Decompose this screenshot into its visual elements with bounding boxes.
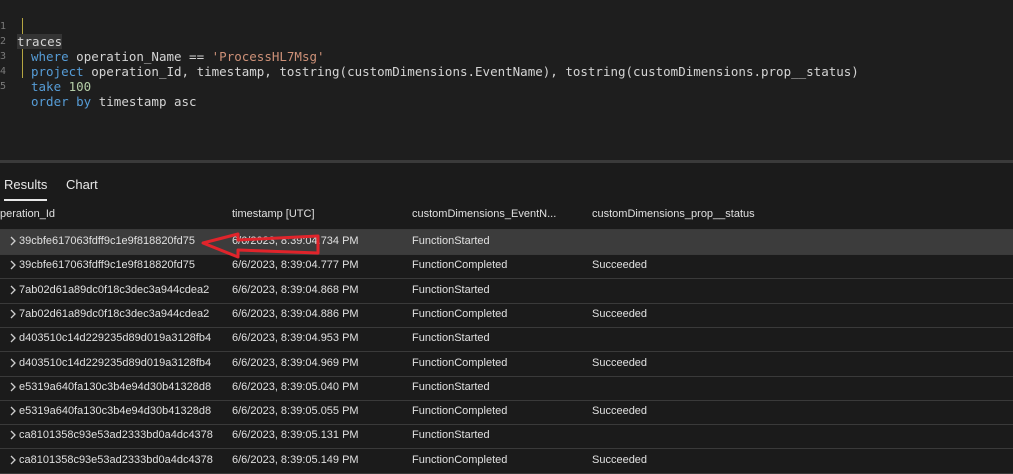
table-row[interactable]: e5319a640fa130c3b4e94d30b41328d8 6/6/2023… <box>0 400 1013 426</box>
cell-timestamp: 6/6/2023, 8:39:05.131 PM <box>232 429 359 442</box>
chevron-right-icon[interactable] <box>9 333 17 343</box>
cell-event-name: FunctionStarted <box>412 235 490 247</box>
number-literal: 100 <box>61 79 92 94</box>
cell-event-name: FunctionCompleted <box>412 307 508 320</box>
cell-timestamp: 6/6/2023, 8:39:04.886 PM <box>232 307 359 320</box>
cell-event-name: FunctionCompleted <box>412 356 508 369</box>
cell-operation-id: 39cbfe617063fdff9c1e9f818820fd75 <box>19 259 195 272</box>
cell-operation-id: 7ab02d61a89dc0f18c3dec3a944cdea2 <box>19 307 210 320</box>
cell-operation-id: ca8101358c93e53ad2333bd0a4dc4378 <box>19 453 213 466</box>
cell-operation-id: e5319a640fa130c3b4e94d30b41328d8 <box>19 380 212 393</box>
chevron-right-icon[interactable] <box>9 260 17 270</box>
chevron-right-icon[interactable] <box>9 236 17 246</box>
column-header-status[interactable]: customDimensions_prop__status <box>592 208 755 220</box>
query-line-3[interactable]: 3 project operation_Id, timestamp, tostr… <box>0 34 1013 79</box>
cell-event-name: FunctionStarted <box>412 429 490 442</box>
cell-operation-id: 39cbfe617063fdff9c1e9f818820fd75 <box>19 235 195 247</box>
cell-event-name: FunctionStarted <box>412 283 490 296</box>
column-header-operation-id[interactable]: peration_Id <box>0 208 55 220</box>
tab-chart[interactable]: Chart <box>66 177 98 192</box>
cell-operation-id: d403510c14d229235d89d019a3128fb4 <box>19 332 212 345</box>
chevron-right-icon[interactable] <box>9 309 17 319</box>
table-row[interactable]: e5319a640fa130c3b4e94d30b41328d8 6/6/2023… <box>0 376 1013 401</box>
cell-timestamp: 6/6/2023, 8:39:05.149 PM <box>232 453 359 466</box>
cell-timestamp: 6/6/2023, 8:39:04.969 PM <box>232 356 359 369</box>
table-row[interactable]: ca8101358c93e53ad2333bd0a4dc4378 6/6/2023… <box>0 449 1013 474</box>
cell-event-name: FunctionCompleted <box>412 405 508 418</box>
cell-status: Succeeded <box>592 259 648 272</box>
chevron-right-icon[interactable] <box>9 406 17 416</box>
cell-operation-id: d403510c14d229235d89d019a3128fb4 <box>19 356 212 369</box>
cell-event-name: FunctionCompleted <box>412 259 508 272</box>
table-row[interactable]: ca8101358c93e53ad2333bd0a4dc4378 6/6/2023… <box>0 424 1013 450</box>
keyword: order by <box>31 94 92 109</box>
query-line-4[interactable]: 4 take 100 <box>0 49 1013 94</box>
query-editor[interactable]: 1 traces 2 where operation_Name == 'Proc… <box>0 0 1013 160</box>
cell-timestamp: 6/6/2023, 8:39:04.777 PM <box>232 259 359 272</box>
query-line-2[interactable]: 2 where operation_Name == 'ProcessHL7Msg… <box>0 19 1013 64</box>
cell-status: Succeeded <box>592 307 648 320</box>
cell-status: Succeeded <box>592 453 648 466</box>
query-line-5[interactable]: 5 order by timestamp asc <box>0 64 1013 109</box>
chevron-right-icon[interactable] <box>9 382 17 392</box>
table-row[interactable]: 7ab02d61a89dc0f18c3dec3a944cdea2 6/6/2023… <box>0 279 1013 304</box>
cell-timestamp: 6/6/2023, 8:39:04.734 PM <box>232 235 359 247</box>
column-header-event-name[interactable]: customDimensions_EventN... <box>412 208 556 220</box>
keyword: take <box>31 79 62 94</box>
cell-status: Succeeded <box>592 405 648 418</box>
table-row[interactable]: 7ab02d61a89dc0f18c3dec3a944cdea2 6/6/2023… <box>0 303 1013 328</box>
chevron-right-icon[interactable] <box>9 285 17 295</box>
results-tabbar: Results Chart <box>0 163 1013 201</box>
code-text: timestamp asc <box>91 94 197 109</box>
chevron-right-icon[interactable] <box>9 358 17 368</box>
table-row[interactable]: 39cbfe617063fdff9c1e9f818820fd75 6/6/2023… <box>0 254 1013 280</box>
cell-timestamp: 6/6/2023, 8:39:04.953 PM <box>232 332 359 345</box>
cell-event-name: FunctionCompleted <box>412 453 508 466</box>
cell-status: Succeeded <box>592 356 648 369</box>
line-number: 5 <box>0 81 7 92</box>
cell-operation-id: 7ab02d61a89dc0f18c3dec3a944cdea2 <box>19 283 210 296</box>
column-header-timestamp[interactable]: timestamp [UTC] <box>232 208 315 220</box>
cell-timestamp: 6/6/2023, 8:39:04.868 PM <box>232 283 359 296</box>
table-row[interactable]: 39cbfe617063fdff9c1e9f818820fd75 6/6/2023… <box>0 230 1013 255</box>
table-row[interactable]: d403510c14d229235d89d019a3128fb4 6/6/2023… <box>0 327 1013 353</box>
cell-timestamp: 6/6/2023, 8:39:05.040 PM <box>232 380 359 393</box>
chevron-right-icon[interactable] <box>9 430 17 440</box>
table-row[interactable]: d403510c14d229235d89d019a3128fb4 6/6/2023… <box>0 352 1013 377</box>
tab-results[interactable]: Results <box>4 177 48 201</box>
cell-event-name: FunctionStarted <box>412 380 490 393</box>
cell-operation-id: ca8101358c93e53ad2333bd0a4dc4378 <box>19 429 213 442</box>
cell-timestamp: 6/6/2023, 8:39:05.055 PM <box>232 405 359 418</box>
grid-header: peration_Id timestamp [UTC] customDimens… <box>0 201 1013 230</box>
query-line-1[interactable]: 1 traces <box>0 4 1013 49</box>
cell-event-name: FunctionStarted <box>412 332 490 345</box>
chevron-right-icon[interactable] <box>9 455 17 465</box>
cell-operation-id: e5319a640fa130c3b4e94d30b41328d8 <box>19 405 212 418</box>
